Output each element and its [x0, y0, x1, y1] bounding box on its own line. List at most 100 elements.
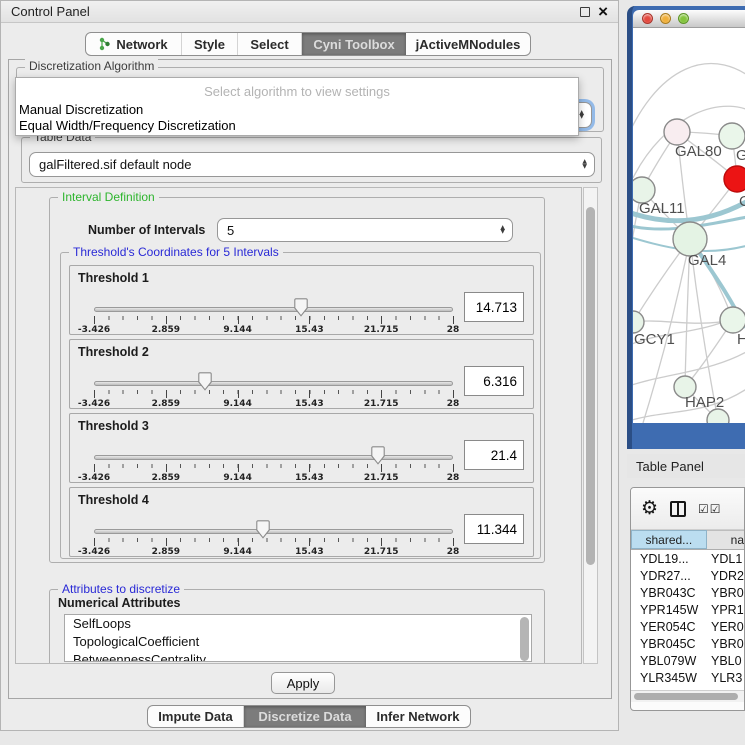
column-header-name[interactable]: na: [707, 530, 744, 549]
table-toolbar: ⚙ ☑☑: [631, 488, 744, 530]
apply-button[interactable]: Apply: [271, 672, 335, 694]
threshold-value-field[interactable]: 11.344: [464, 514, 524, 544]
table-row[interactable]: YPR145W YPR1: [631, 601, 744, 618]
number-of-intervals-combobox[interactable]: 5 ▲▼: [217, 218, 513, 242]
slider-track[interactable]: [94, 307, 453, 312]
threshold-panel: Threshold 3 -3.426 2.859: [69, 413, 534, 483]
tab-impute-data[interactable]: Impute Data: [148, 706, 244, 727]
control-panel-titlebar: Control Panel ×: [1, 1, 618, 23]
slider-track[interactable]: [94, 529, 453, 534]
threshold-slider[interactable]: -3.426 2.859 9.144 15.43 21.715 28: [94, 442, 453, 480]
node-partial-bottom[interactable]: [707, 409, 729, 423]
tab-network[interactable]: Network: [86, 33, 182, 55]
group-title: Attributes to discretize: [58, 582, 184, 596]
gear-icon[interactable]: ⚙: [641, 499, 658, 518]
threshold-value-field[interactable]: 6.316: [464, 366, 524, 396]
slider-ticks: [94, 390, 453, 398]
threshold-value-field[interactable]: 14.713: [464, 292, 524, 322]
node-gal4[interactable]: [673, 222, 707, 256]
float-window-icon[interactable]: [580, 7, 590, 17]
table-row[interactable]: YER054C YER0: [631, 618, 744, 635]
attributes-list-scrollbar[interactable]: [520, 617, 529, 661]
cell-name[interactable]: YBR0: [708, 637, 744, 651]
select-columns-icon[interactable]: ☑☑: [698, 502, 722, 516]
bottom-tabstrip: Impute Data Discretize Data Infer Networ…: [147, 705, 471, 728]
cell-name[interactable]: YBL0: [708, 654, 744, 668]
group-title: Threshold's Coordinates for 5 Intervals: [69, 245, 283, 259]
node-selected-red[interactable]: [724, 166, 745, 192]
tab-jactivemnodules[interactable]: jActiveMNodules: [406, 33, 530, 55]
table-data-combobox[interactable]: galFiltered.sif default node ▲▼: [29, 152, 595, 177]
scrollbar-thumb[interactable]: [586, 207, 595, 565]
table-row[interactable]: YLR345W YLR3: [631, 669, 744, 686]
table-row[interactable]: YBL079W YBL0: [631, 652, 744, 669]
tab-cyni-toolbox[interactable]: Cyni Toolbox: [302, 33, 406, 55]
table-row[interactable]: YDL19... YDL1: [631, 550, 744, 567]
cell-name[interactable]: YER0: [708, 620, 744, 634]
node-gcy1[interactable]: [633, 311, 644, 333]
table-data-group: Table Data galFiltered.sif default node …: [21, 137, 602, 183]
threshold-panel: Threshold 4 -3.426 2.859: [69, 487, 534, 557]
node-partial-right[interactable]: [720, 307, 745, 333]
minimize-traffic-light-icon[interactable]: [660, 13, 671, 24]
close-traffic-light-icon[interactable]: [642, 13, 653, 24]
algorithm-dropdown-popup: Select algorithm to view settings Manual…: [15, 77, 579, 136]
cell-name[interactable]: YLR3: [708, 671, 744, 685]
attributes-list-item[interactable]: BetweennessCentrality: [65, 651, 531, 662]
threshold-slider[interactable]: -3.426 2.859 9.144 15.43 21.715 28: [94, 294, 453, 332]
table-horizontal-scrollbar[interactable]: [631, 690, 744, 702]
threshold-value-field[interactable]: 21.4: [464, 440, 524, 470]
zoom-traffic-light-icon[interactable]: [678, 13, 689, 24]
attributes-list-item[interactable]: SelfLoops: [65, 615, 531, 633]
threshold-slider[interactable]: -3.426 2.859 9.144 15.43 21.715 28: [94, 368, 453, 406]
window-title: Control Panel: [11, 4, 90, 19]
cell-shared-name[interactable]: YPR145W: [631, 603, 708, 617]
cell-shared-name[interactable]: YBL079W: [631, 654, 708, 668]
node-label-hap2: HAP2: [685, 394, 724, 411]
attributes-list-item[interactable]: TopologicalCoefficient: [65, 633, 531, 651]
node-partial-top-right[interactable]: [719, 123, 745, 149]
cell-name[interactable]: YDR2: [708, 569, 744, 583]
slider-thumb-handle[interactable]: [255, 520, 270, 539]
cell-shared-name[interactable]: YBR043C: [631, 586, 708, 600]
dropdown-option[interactable]: Equal Width/Frequency Discretization: [18, 118, 576, 134]
tab-select[interactable]: Select: [238, 33, 302, 55]
cell-shared-name[interactable]: YDR27...: [631, 569, 708, 583]
network-canvas[interactable]: GAL80 GA C GAL11 GAL4 GCY1 H HAP2: [633, 28, 745, 423]
slider-thumb-handle[interactable]: [294, 298, 309, 317]
node-gal80[interactable]: [664, 119, 690, 145]
tab-discretize-data[interactable]: Discretize Data: [244, 706, 366, 727]
tab-style[interactable]: Style: [182, 33, 238, 55]
close-icon[interactable]: ×: [598, 7, 608, 17]
table-row[interactable]: YBR043C YBR0: [631, 584, 744, 601]
table-row[interactable]: YBR045C YBR0: [631, 635, 744, 652]
dropdown-option[interactable]: Manual Discretization: [18, 102, 576, 118]
slider-track[interactable]: [94, 381, 453, 386]
cell-shared-name[interactable]: YBR045C: [631, 637, 708, 651]
cell-shared-name[interactable]: YER054C: [631, 620, 708, 634]
settings-scrollbar[interactable]: [583, 187, 598, 664]
slider-axis-labels: -3.426 2.859 9.144 15.43 21.715 28: [94, 547, 453, 559]
column-manager-icon[interactable]: [670, 501, 686, 517]
slider-thumb-handle[interactable]: [370, 446, 385, 465]
scrollbar-thumb[interactable]: [634, 693, 738, 700]
node-label-partial-c: C: [739, 193, 745, 210]
slider-axis-labels: -3.426 2.859 9.144 15.43 21.715 28: [94, 325, 453, 337]
threshold-slider[interactable]: -3.426 2.859 9.144 15.43 21.715 28: [94, 516, 453, 554]
table-rows: YDL19... YDL1 YDR27... YDR2 YBR043C YBR0…: [631, 550, 744, 690]
slider-track[interactable]: [94, 455, 453, 460]
cell-name[interactable]: YPR1: [708, 603, 744, 617]
node-label-partial-h: H: [737, 331, 745, 348]
slider-thumb-handle[interactable]: [198, 372, 213, 391]
cell-shared-name[interactable]: YDL19...: [631, 552, 708, 566]
network-window-titlebar: [633, 10, 745, 28]
cell-name[interactable]: YBR0: [708, 586, 744, 600]
network-view-window: GAL80 GA C GAL11 GAL4 GCY1 H HAP2: [627, 6, 745, 449]
cell-shared-name[interactable]: YLR345W: [631, 671, 708, 685]
table-row[interactable]: YDR27... YDR2: [631, 567, 744, 584]
control-panel-window: Control Panel × Network Style Select Cyn…: [0, 0, 619, 731]
column-header-shared-name[interactable]: shared...: [631, 530, 707, 549]
tab-infer-network[interactable]: Infer Network: [366, 706, 470, 727]
cell-name[interactable]: YDL1: [708, 552, 744, 566]
cyni-toolbox-content: Discretization Algorithm ▲▼ Select algor…: [8, 59, 612, 699]
